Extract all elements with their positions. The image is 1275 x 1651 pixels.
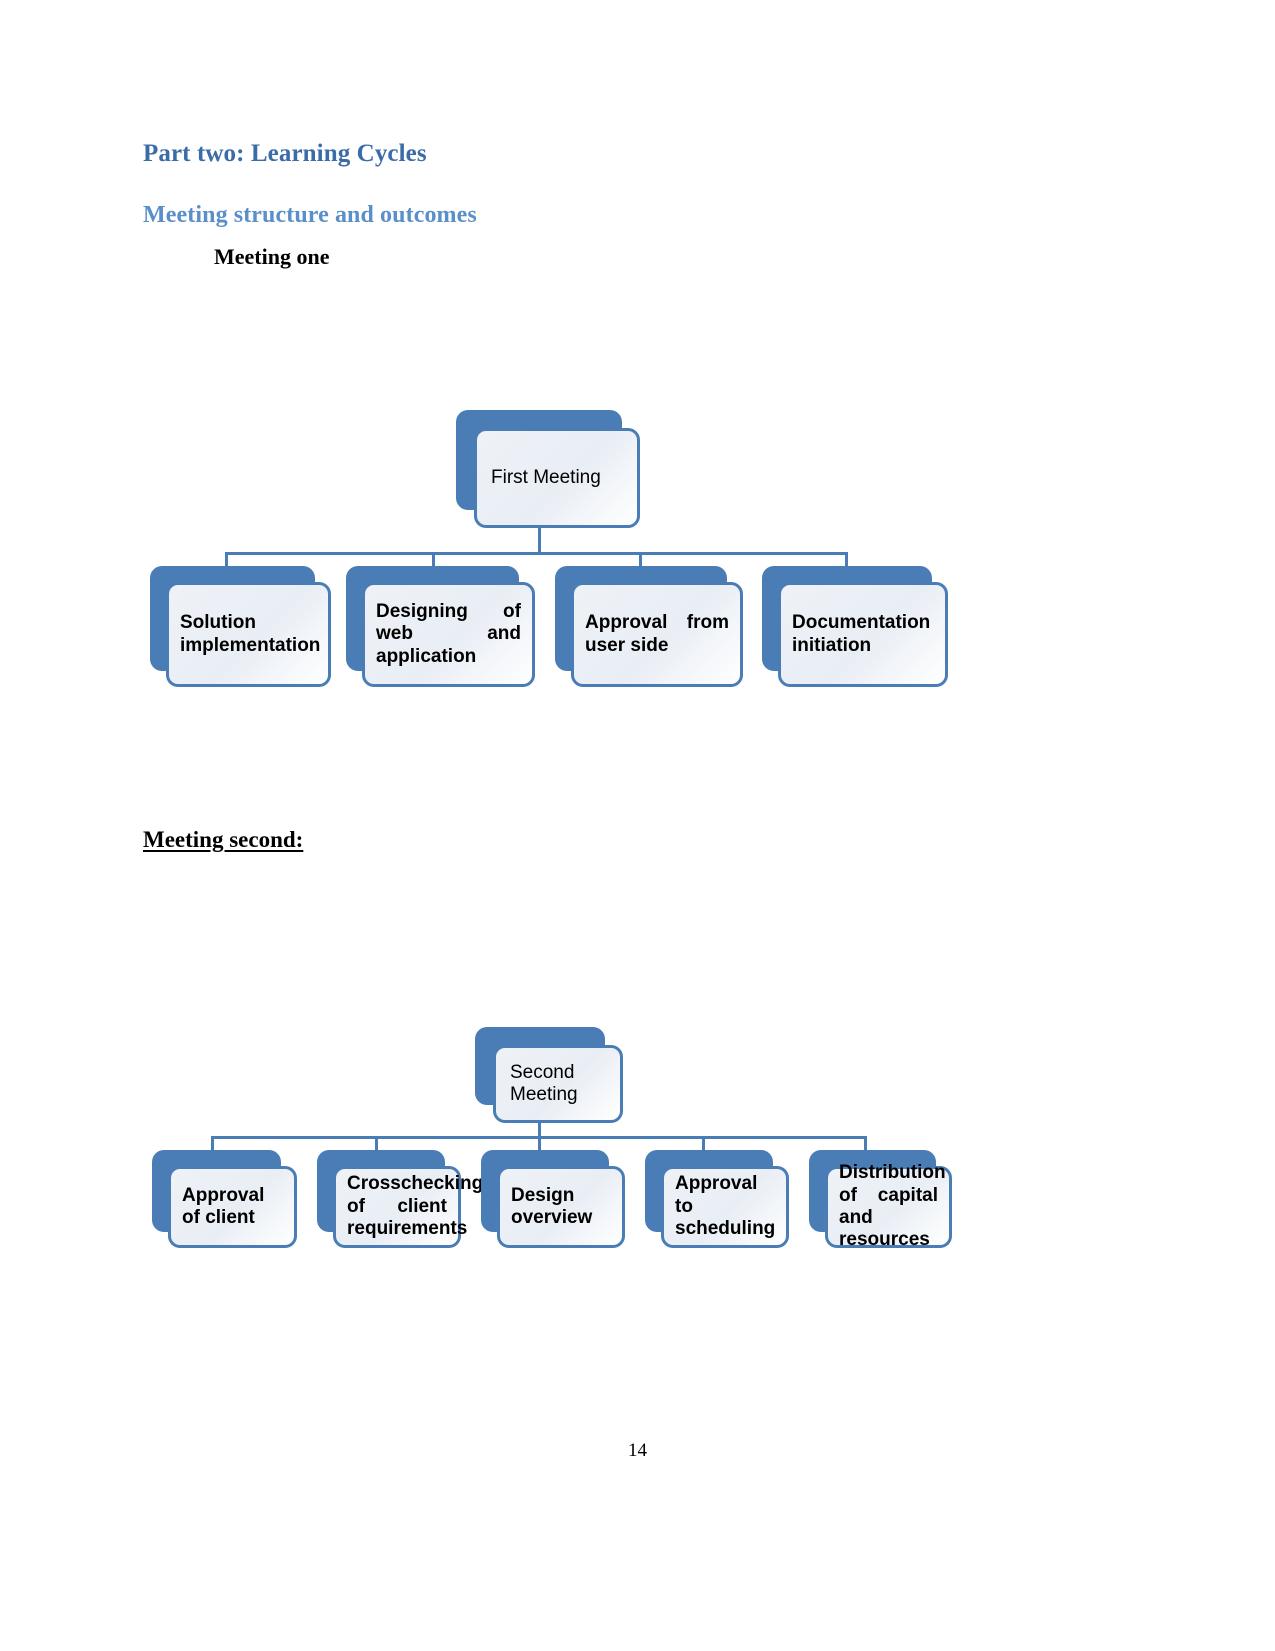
node-design-overview: Design overview [481, 1150, 625, 1248]
node-face: Design overview [497, 1166, 625, 1248]
node-label: Approval of client [182, 1184, 265, 1228]
node-label: Distribution of capital and resources [839, 1162, 946, 1251]
node-approval-of-client: Approval of client [152, 1150, 297, 1248]
document-page: Part two: Learning Cycles Meeting struct… [0, 0, 1275, 1651]
node-face: Approval to scheduling [661, 1166, 789, 1248]
node-approval-to-scheduling: Approval to scheduling [645, 1150, 789, 1248]
node-label: Design overview [511, 1184, 593, 1228]
page-number: 14 [628, 1440, 647, 1461]
node-second-meeting: Second Meeting [475, 1027, 623, 1123]
node-face: Crosschecking of client requirements [333, 1166, 484, 1248]
node-label: Approval to scheduling [675, 1173, 776, 1240]
org-chart-meeting-second: Second Meeting Approval of client Crossc… [0, 0, 1275, 1300]
node-label: Crosschecking of client requirements [347, 1173, 484, 1240]
node-label: Second Meeting [510, 1061, 578, 1105]
node-face: Second Meeting [493, 1045, 623, 1123]
node-crosschecking-client-requirements: Crosschecking of client requirements [317, 1150, 483, 1248]
node-distribution-capital-resources: Distribution of capital and resources [809, 1150, 952, 1250]
node-face: Distribution of capital and resources [825, 1162, 952, 1250]
node-face: Approval of client [168, 1166, 297, 1248]
